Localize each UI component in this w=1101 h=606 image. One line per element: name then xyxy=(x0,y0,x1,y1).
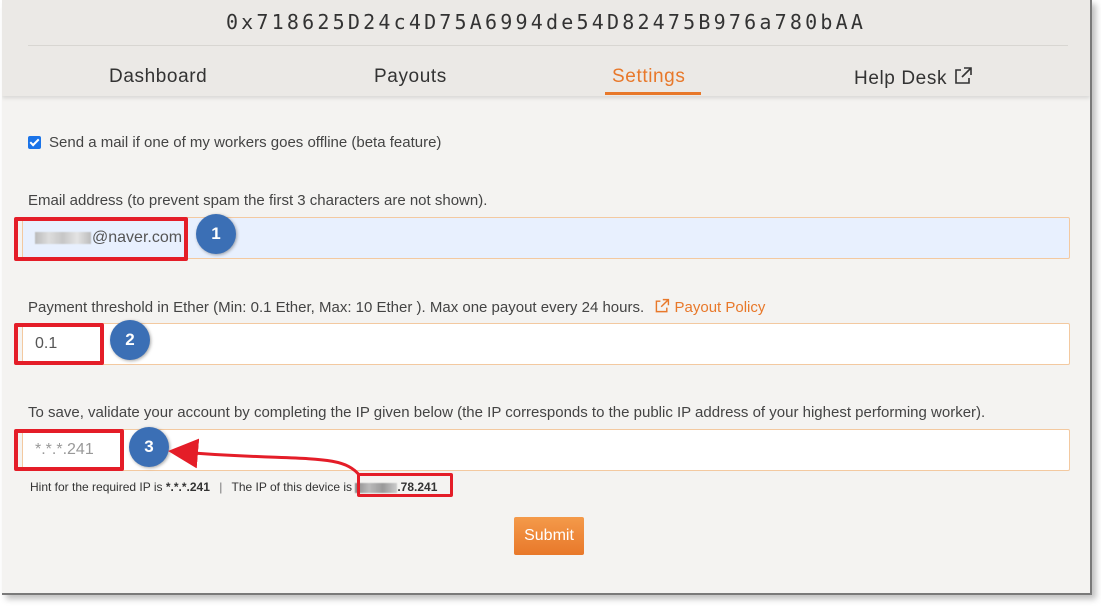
annotation-arrow xyxy=(168,438,362,477)
app-window: 0x718625D24c4D75A6994de54D82475B976a780b… xyxy=(2,0,1092,595)
